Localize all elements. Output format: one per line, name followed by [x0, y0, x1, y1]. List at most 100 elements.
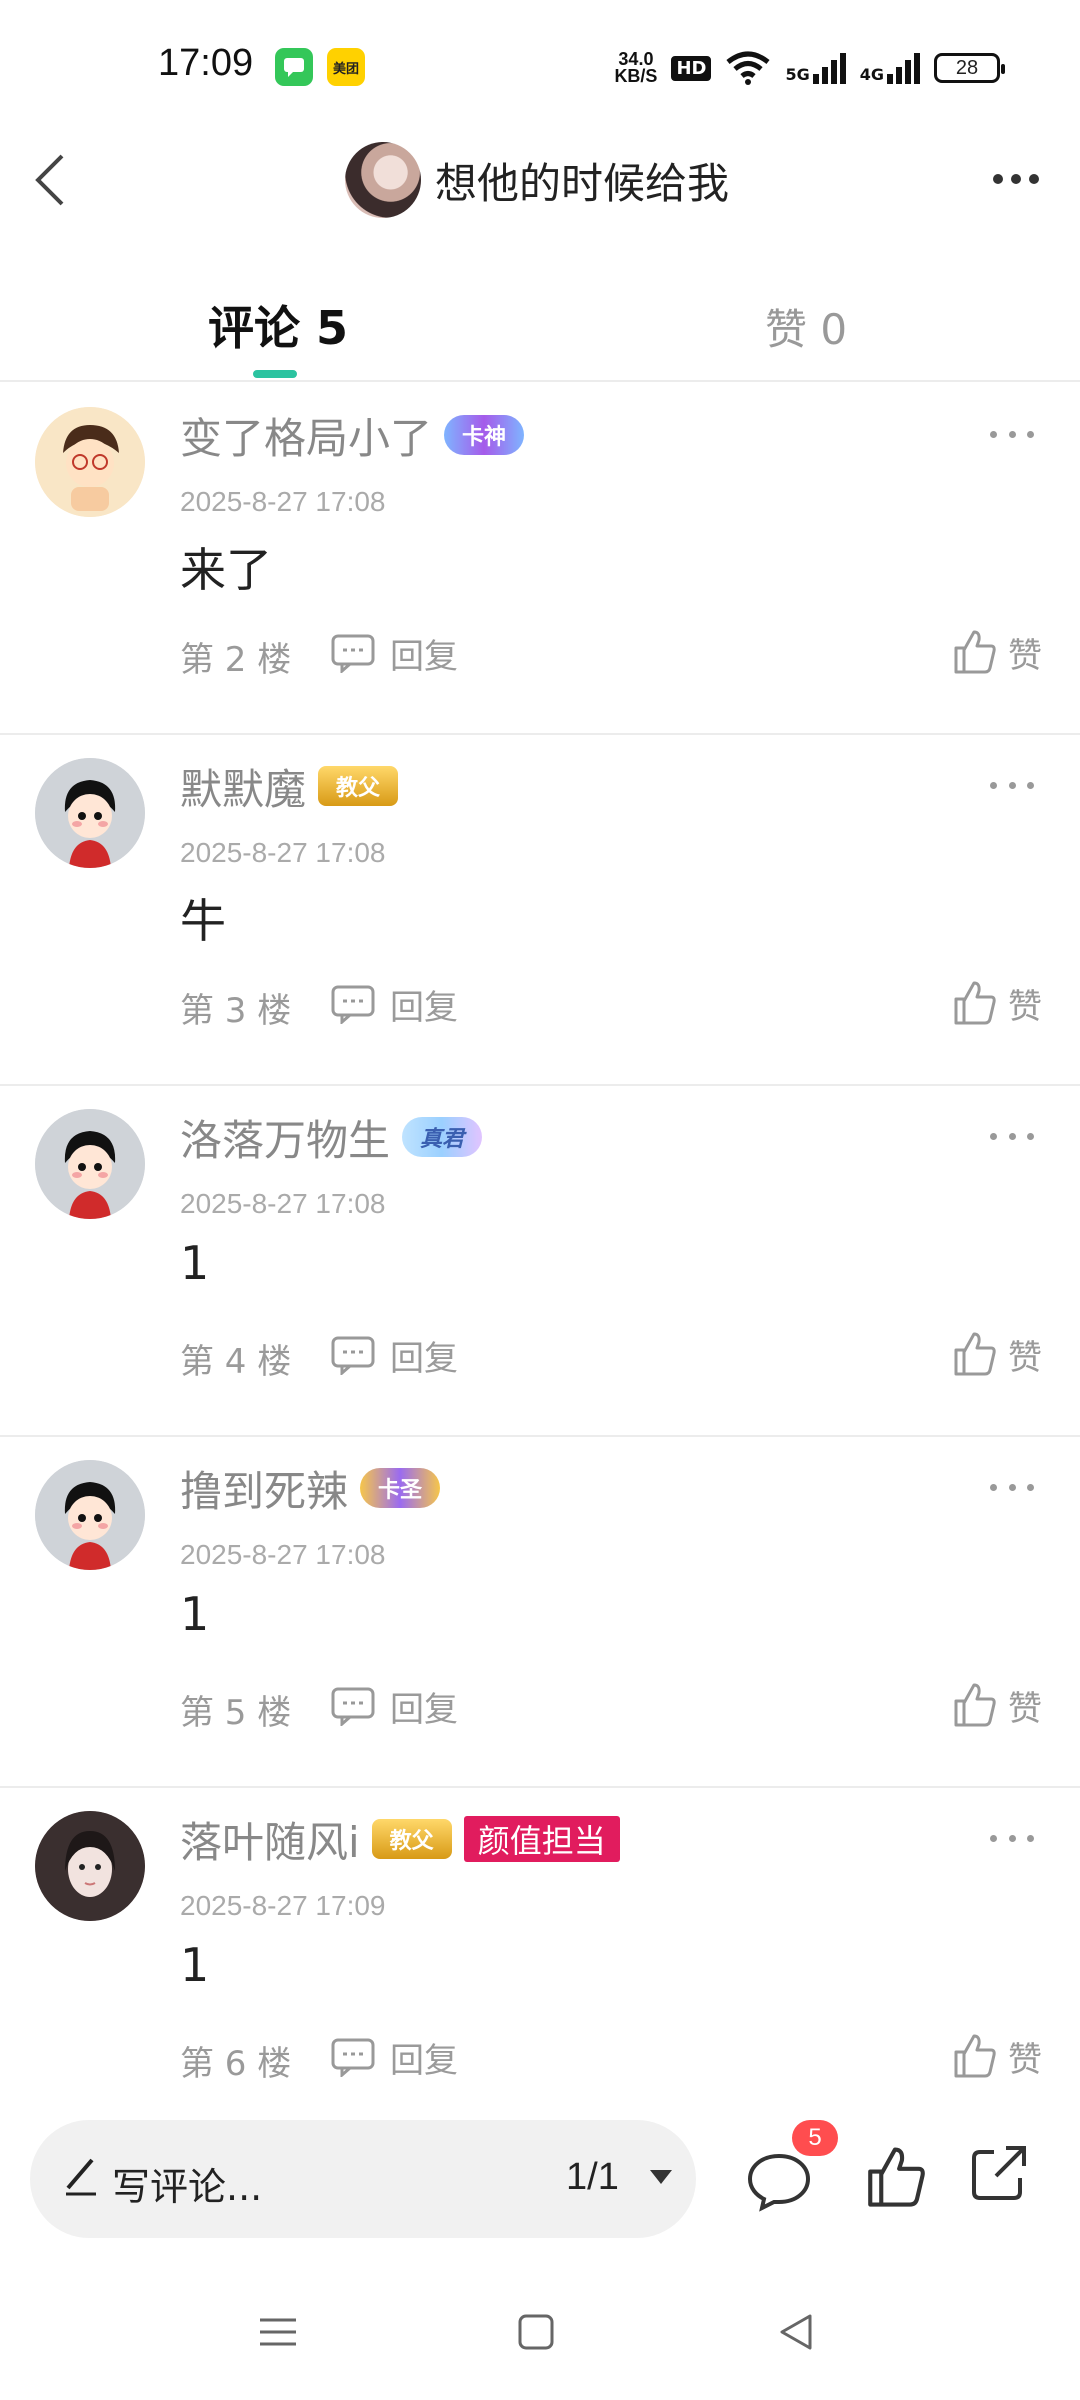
- comment-content: 1: [180, 1587, 210, 1641]
- commenter-name[interactable]: 撸到死辣: [180, 1458, 348, 1519]
- back-button[interactable]: [22, 148, 86, 212]
- floor-number: 第 5 楼: [180, 1693, 292, 1733]
- thumbs-up-icon: [954, 981, 996, 1025]
- comment-more-button[interactable]: [990, 1828, 1034, 1848]
- reply-label: 回复: [390, 987, 458, 1028]
- nav-home-button[interactable]: [506, 2302, 566, 2362]
- comment-more-button[interactable]: [990, 1477, 1034, 1497]
- comment-time: 2025-8-27 17:08: [180, 837, 386, 868]
- reply-button[interactable]: 回复: [330, 628, 458, 678]
- comment-item: 落叶随风i 教父 颜值担当 2025-8-27 17:09 1 第 6 楼 回复…: [0, 1788, 1080, 2084]
- comment-header: 默默魔 教父: [180, 756, 399, 817]
- comment-header: 变了格局小了 卡神: [180, 405, 525, 466]
- tab-comments[interactable]: 评论 5: [208, 292, 348, 358]
- page-title: 想他的时候给我: [435, 158, 730, 208]
- reply-button[interactable]: 回复: [330, 1681, 458, 1731]
- comment-header: 洛落万物生 真君: [180, 1107, 483, 1168]
- system-nav-bar: [0, 2260, 1080, 2400]
- nav-back-button[interactable]: [766, 2302, 826, 2362]
- app-root: { "status_bar": { "time": "17:09", "app_…: [0, 0, 1080, 2400]
- comments-button[interactable]: [744, 2146, 814, 2216]
- level-badge: 教父: [318, 766, 399, 806]
- thumbs-up-icon: [868, 2147, 925, 2207]
- level-badge: 教父: [371, 1819, 452, 1859]
- comment-header: 落叶随风i 教父 颜值担当: [180, 1810, 620, 1868]
- avatar[interactable]: [35, 1109, 145, 1219]
- reply-icon: [331, 634, 375, 673]
- bottom-action-bar: 写评论... 1/1 5: [0, 2090, 1080, 2260]
- floor-number: 第 4 楼: [180, 1342, 292, 1382]
- header-user[interactable]: 想他的时候给我: [345, 140, 729, 220]
- pencil-icon: [66, 2158, 96, 2196]
- triangle-back-icon: [780, 2314, 812, 2350]
- comment-header: 撸到死辣 卡圣: [180, 1458, 441, 1519]
- floor-number: 第 2 楼: [180, 640, 292, 680]
- commenter-name[interactable]: 洛落万物生: [180, 1107, 390, 1168]
- share-icon: [972, 2146, 1026, 2200]
- nav-recents-button[interactable]: [248, 2302, 308, 2362]
- status-bar: 17:09 美团 34.0 KB/S HD 5G 4G 28: [0, 0, 1080, 130]
- reply-label: 回复: [390, 636, 458, 677]
- like-label: 赞: [1008, 986, 1042, 1027]
- reply-label: 回复: [390, 2040, 458, 2081]
- net-4g-label: 4G: [859, 64, 884, 84]
- like-label: 赞: [1008, 1688, 1042, 1729]
- like-post-button[interactable]: [862, 2144, 928, 2210]
- comment-content: 来了: [180, 543, 272, 597]
- comment-content: 1: [180, 1236, 210, 1290]
- comment-time: 2025-8-27 17:09: [180, 1890, 386, 1921]
- like-label: 赞: [1008, 635, 1042, 676]
- caret-down-icon[interactable]: [648, 2168, 674, 2186]
- net-speed-unit: KB/S: [614, 66, 658, 86]
- more-options-button[interactable]: [984, 154, 1048, 204]
- avatar[interactable]: [35, 758, 145, 868]
- commenter-name[interactable]: 变了格局小了: [180, 405, 432, 466]
- header-avatar[interactable]: [345, 142, 421, 218]
- comment-time: 2025-8-27 17:08: [180, 486, 386, 517]
- page-indicator[interactable]: 1/1: [566, 2156, 619, 2199]
- avatar[interactable]: [35, 407, 145, 517]
- reply-icon: [331, 1336, 375, 1375]
- signal-5g-icon: 5G: [785, 52, 846, 84]
- write-comment-input[interactable]: 写评论... 1/1: [30, 2120, 696, 2238]
- comment-item: 洛落万物生 真君 2025-8-27 17:08 1 第 4 楼 回复 赞: [0, 1086, 1080, 1437]
- comment-item: 默默魔 教父 2025-8-27 17:08 牛 第 3 楼 回复 赞: [0, 735, 1080, 1086]
- comment-more-button[interactable]: [990, 1126, 1034, 1146]
- like-button[interactable]: 赞: [950, 1326, 1042, 1382]
- reply-icon: [331, 985, 375, 1024]
- messages-app-icon: [275, 48, 313, 86]
- like-button[interactable]: 赞: [950, 1677, 1042, 1733]
- hd-icon: HD: [671, 55, 712, 81]
- status-icons: 34.0 KB/S HD 5G 4G 28: [614, 46, 1005, 90]
- comment-count-badge: 5: [792, 2120, 838, 2156]
- comment-item: 变了格局小了 卡神 2025-8-27 17:08 来了 第 2 楼 回复 赞: [0, 384, 1080, 735]
- comment-more-button[interactable]: [990, 775, 1034, 795]
- comment-more-button[interactable]: [990, 424, 1034, 444]
- reply-button[interactable]: 回复: [330, 2032, 458, 2082]
- comment-list: 变了格局小了 卡神 2025-8-27 17:08 来了 第 2 楼 回复 赞 …: [0, 384, 1080, 2084]
- level-badge: 卡圣: [360, 1468, 441, 1508]
- chevron-left-icon: [35, 154, 64, 206]
- comment-time: 2025-8-27 17:08: [180, 1188, 386, 1219]
- reply-button[interactable]: 回复: [330, 1330, 458, 1380]
- commenter-name[interactable]: 落叶随风i: [180, 1809, 360, 1870]
- wifi-icon: [726, 51, 771, 85]
- net-speed: 34.0 KB/S: [614, 50, 658, 86]
- avatar[interactable]: [35, 1811, 145, 1921]
- commenter-name[interactable]: 默默魔: [180, 756, 306, 817]
- share-button[interactable]: [966, 2140, 1032, 2206]
- avatar[interactable]: [35, 1460, 145, 1570]
- like-button[interactable]: 赞: [950, 624, 1042, 680]
- menu-icon: [260, 2318, 296, 2346]
- reply-button[interactable]: 回复: [330, 979, 458, 1029]
- comment-bubble-icon: [747, 2153, 811, 2212]
- like-label: 赞: [1008, 2039, 1042, 2080]
- like-button[interactable]: 赞: [950, 2028, 1042, 2084]
- thumbs-up-icon: [954, 1683, 996, 1727]
- top-header: 想他的时候给我: [0, 130, 1080, 230]
- like-button[interactable]: 赞: [950, 975, 1042, 1031]
- tab-likes[interactable]: 赞 0: [765, 296, 847, 357]
- floor-number: 第 3 楼: [180, 991, 292, 1031]
- thumbs-up-icon: [954, 630, 996, 674]
- tab-indicator: [253, 370, 297, 378]
